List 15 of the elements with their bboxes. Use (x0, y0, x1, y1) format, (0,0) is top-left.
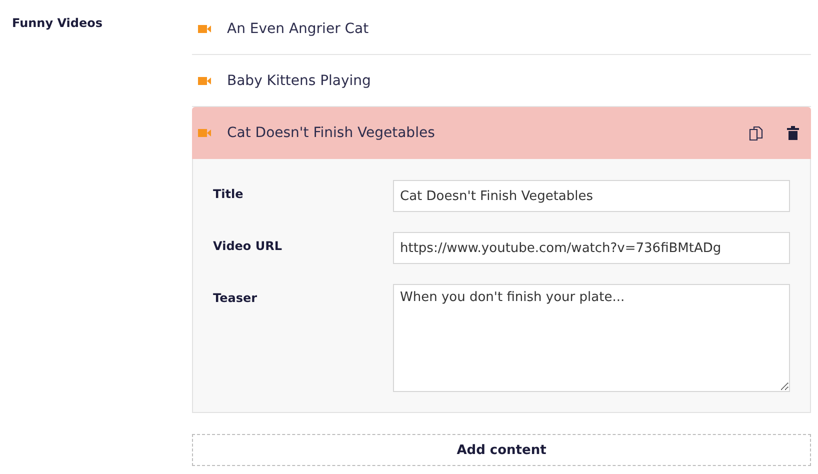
form-label: Title (213, 186, 244, 201)
form-label: Teaser (213, 290, 258, 305)
text-input[interactable]: https://www.youtube.com/watch?v=736fiBMtADg (393, 232, 790, 264)
field-label: Funny Videos (12, 16, 103, 30)
add-content-button[interactable]: Add content (192, 434, 811, 466)
text-input[interactable]: Cat Doesn't Finish Vegetables (393, 180, 790, 212)
list-item[interactable]: Cat Doesn't Finish Vegetables (192, 107, 811, 159)
trash-icon[interactable] (787, 126, 799, 140)
textarea-field[interactable]: When you don't finish your plate... (393, 284, 790, 392)
video-camera-icon (198, 76, 211, 84)
video-camera-icon (198, 129, 211, 137)
form-label: Video URL (213, 238, 283, 253)
copy-icon[interactable] (749, 126, 763, 140)
list-item[interactable]: An Even Angrier Cat (192, 3, 811, 55)
video-camera-icon (198, 24, 211, 32)
